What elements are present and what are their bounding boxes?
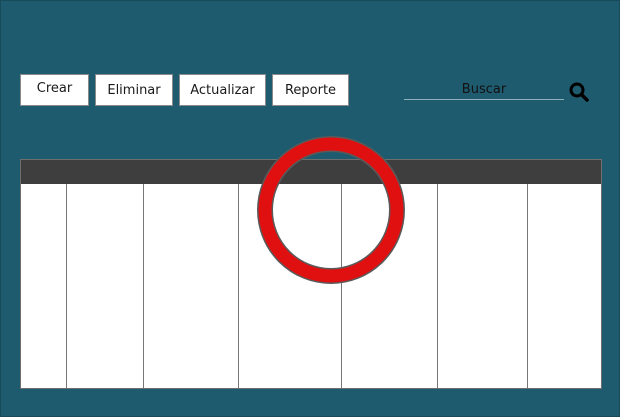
grid-column-divider bbox=[66, 184, 67, 388]
search-underline bbox=[404, 99, 564, 100]
red-ring-icon bbox=[257, 136, 405, 284]
grid-column-divider bbox=[437, 184, 438, 388]
actualizar-button[interactable]: Actualizar bbox=[179, 74, 266, 106]
grid-column-divider bbox=[238, 184, 239, 388]
search-icon[interactable] bbox=[568, 81, 590, 103]
crear-button[interactable]: Crear bbox=[20, 74, 89, 106]
app-window: Crear Eliminar Actualizar Reporte Buscar bbox=[0, 0, 620, 417]
eliminar-button[interactable]: Eliminar bbox=[95, 74, 173, 106]
reporte-button[interactable]: Reporte bbox=[272, 74, 349, 106]
grid-column-divider bbox=[143, 184, 144, 388]
search-input[interactable]: Buscar bbox=[404, 81, 564, 99]
grid-column-divider bbox=[527, 184, 528, 388]
